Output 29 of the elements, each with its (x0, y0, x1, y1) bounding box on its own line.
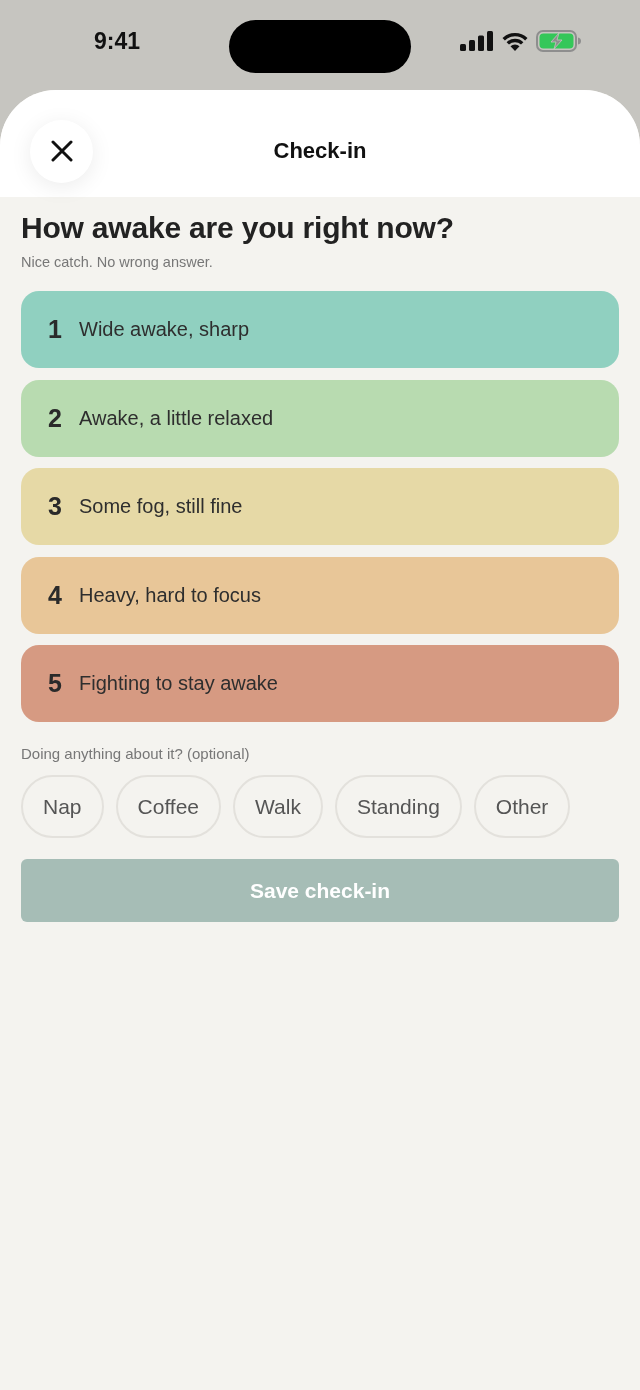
awake-level-option[interactable]: 5 Fighting to stay awake (21, 645, 619, 722)
action-chip[interactable]: Standing (334, 775, 462, 838)
wifi-icon (501, 31, 529, 51)
option-label: Wide awake, sharp (79, 318, 250, 341)
option-label: Awake, a little relaxed (79, 406, 274, 430)
question-subtitle: Nice catch. No wrong answer. (21, 254, 214, 270)
awake-level-option[interactable]: 2 Awake, a little relaxed (21, 379, 619, 457)
action-chip[interactable]: Nap (21, 775, 104, 838)
action-chip[interactable]: Other (473, 775, 571, 838)
option-label: Fighting to stay awake (79, 672, 278, 695)
header-title: Check-in (272, 138, 368, 164)
action-chip[interactable]: Walk (233, 775, 323, 838)
awake-level-option[interactable]: 3 Some fog, still fine (21, 468, 619, 545)
action-chip[interactable]: Coffee (115, 775, 222, 838)
status-time: 9:41 (94, 27, 141, 55)
close-icon (50, 140, 73, 162)
option-number: 2 (47, 403, 63, 433)
option-number: 4 (47, 580, 63, 610)
option-label: Heavy, hard to focus (79, 583, 261, 607)
battery-charging-icon (536, 30, 582, 52)
option-label: Some fog, still fine (79, 495, 243, 518)
option-number: 1 (47, 315, 63, 344)
question-title: How awake are you right now? (21, 211, 455, 245)
actions-label: Doing anything about it? (optional) (21, 745, 251, 762)
signal-icon (460, 31, 494, 51)
awake-level-option[interactable]: 4 Heavy, hard to focus (21, 556, 619, 634)
option-number: 3 (47, 492, 63, 521)
option-number: 5 (47, 669, 63, 698)
awake-level-option[interactable]: 1 Wide awake, sharp (21, 291, 619, 368)
